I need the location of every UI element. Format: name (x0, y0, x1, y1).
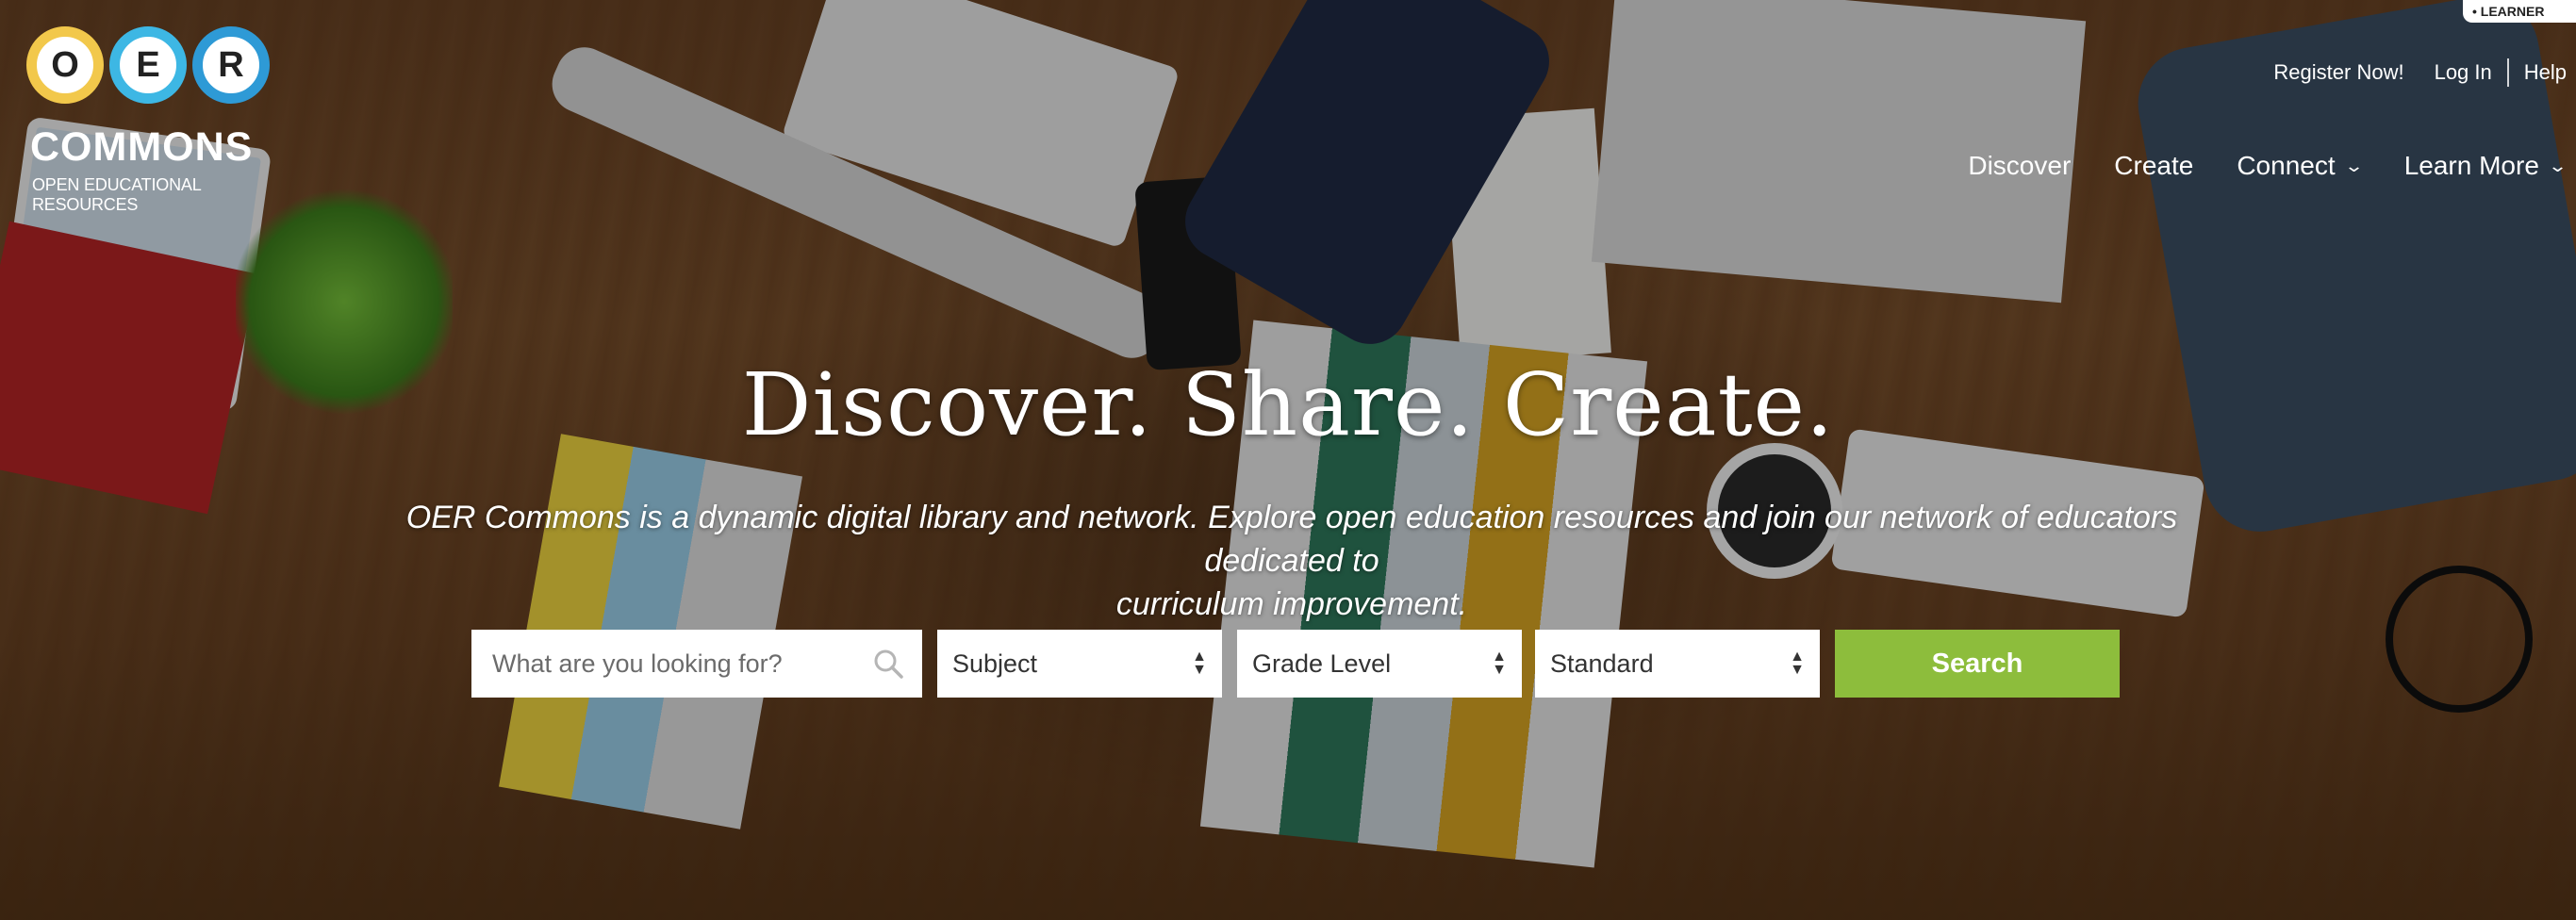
hero-tagline-line1: OER Commons is a dynamic digital library… (405, 500, 2178, 579)
updown-arrows-icon: ▲ ▼ (1790, 649, 1805, 678)
nav-discover[interactable]: Discover (1968, 151, 2071, 181)
search-bar: Subject ▲▼ Grade Level ▲▼ Standard ▲▼ Se… (471, 630, 2120, 698)
nav-divider (2506, 58, 2509, 87)
utility-nav: Register Now! Log In Help (2273, 58, 2567, 87)
search-button[interactable]: Search (1835, 630, 2120, 698)
nav-connect[interactable]: Connect ⌄ (2237, 151, 2363, 181)
logo-letter-o: O (26, 26, 104, 104)
standard-select[interactable]: Standard ▲ ▼ (1535, 630, 1820, 698)
search-icon[interactable] (871, 647, 905, 681)
hero-background (0, 0, 2576, 920)
nav-discover-label: Discover (1968, 151, 2072, 180)
logo-letter-e: E (109, 26, 187, 104)
main-nav: Discover Create Connect ⌄ Learn More ⌄ (1924, 151, 2568, 181)
register-link[interactable]: Register Now! (2273, 60, 2403, 85)
nav-connect-label: Connect (2237, 151, 2336, 180)
help-link[interactable]: Help (2524, 60, 2567, 85)
hero-headline: Discover. Share. Create. (741, 354, 1835, 455)
nav-create-label: Create (2114, 151, 2194, 180)
grade-level-select[interactable]: Grade Level ▲ ▼ (1237, 630, 1522, 698)
hero-tagline: OER Commons is a dynamic digital library… (339, 496, 2244, 626)
corner-badge[interactable]: • LEARNER (2463, 0, 2576, 23)
subject-select[interactable]: Subject ▲ ▼ (937, 630, 1222, 698)
oer-commons-logo[interactable]: O E R COMMONS OPEN EDUCATIONAL RESOURCES (26, 26, 309, 214)
nav-create[interactable]: Create (2114, 151, 2193, 181)
chevron-down-icon: ⌄ (2343, 156, 2364, 175)
dark-overlay (0, 0, 2576, 920)
nav-learn-more[interactable]: Learn More ⌄ (2403, 151, 2568, 181)
search-input-box[interactable] (471, 630, 922, 698)
nav-learn-more-label: Learn More (2403, 151, 2539, 180)
logo-letter-r: R (192, 26, 270, 104)
grade-level-select-label: Grade Level (1252, 649, 1392, 678)
logo-tagline: OPEN EDUCATIONAL RESOURCES (32, 175, 201, 214)
standard-select-label: Standard (1550, 649, 1654, 678)
login-link[interactable]: Log In (2435, 60, 2492, 85)
chevron-down-icon: ⌄ (2547, 156, 2568, 175)
updown-arrows-icon: ▲ ▼ (1492, 649, 1507, 678)
updown-arrows-icon: ▲ ▼ (1192, 649, 1207, 678)
hero-tagline-line2: curriculum improvement. (1115, 586, 1468, 622)
logo-wordmark: COMMONS (30, 124, 254, 170)
subject-select-label: Subject (952, 649, 1038, 678)
search-input[interactable] (490, 648, 862, 680)
